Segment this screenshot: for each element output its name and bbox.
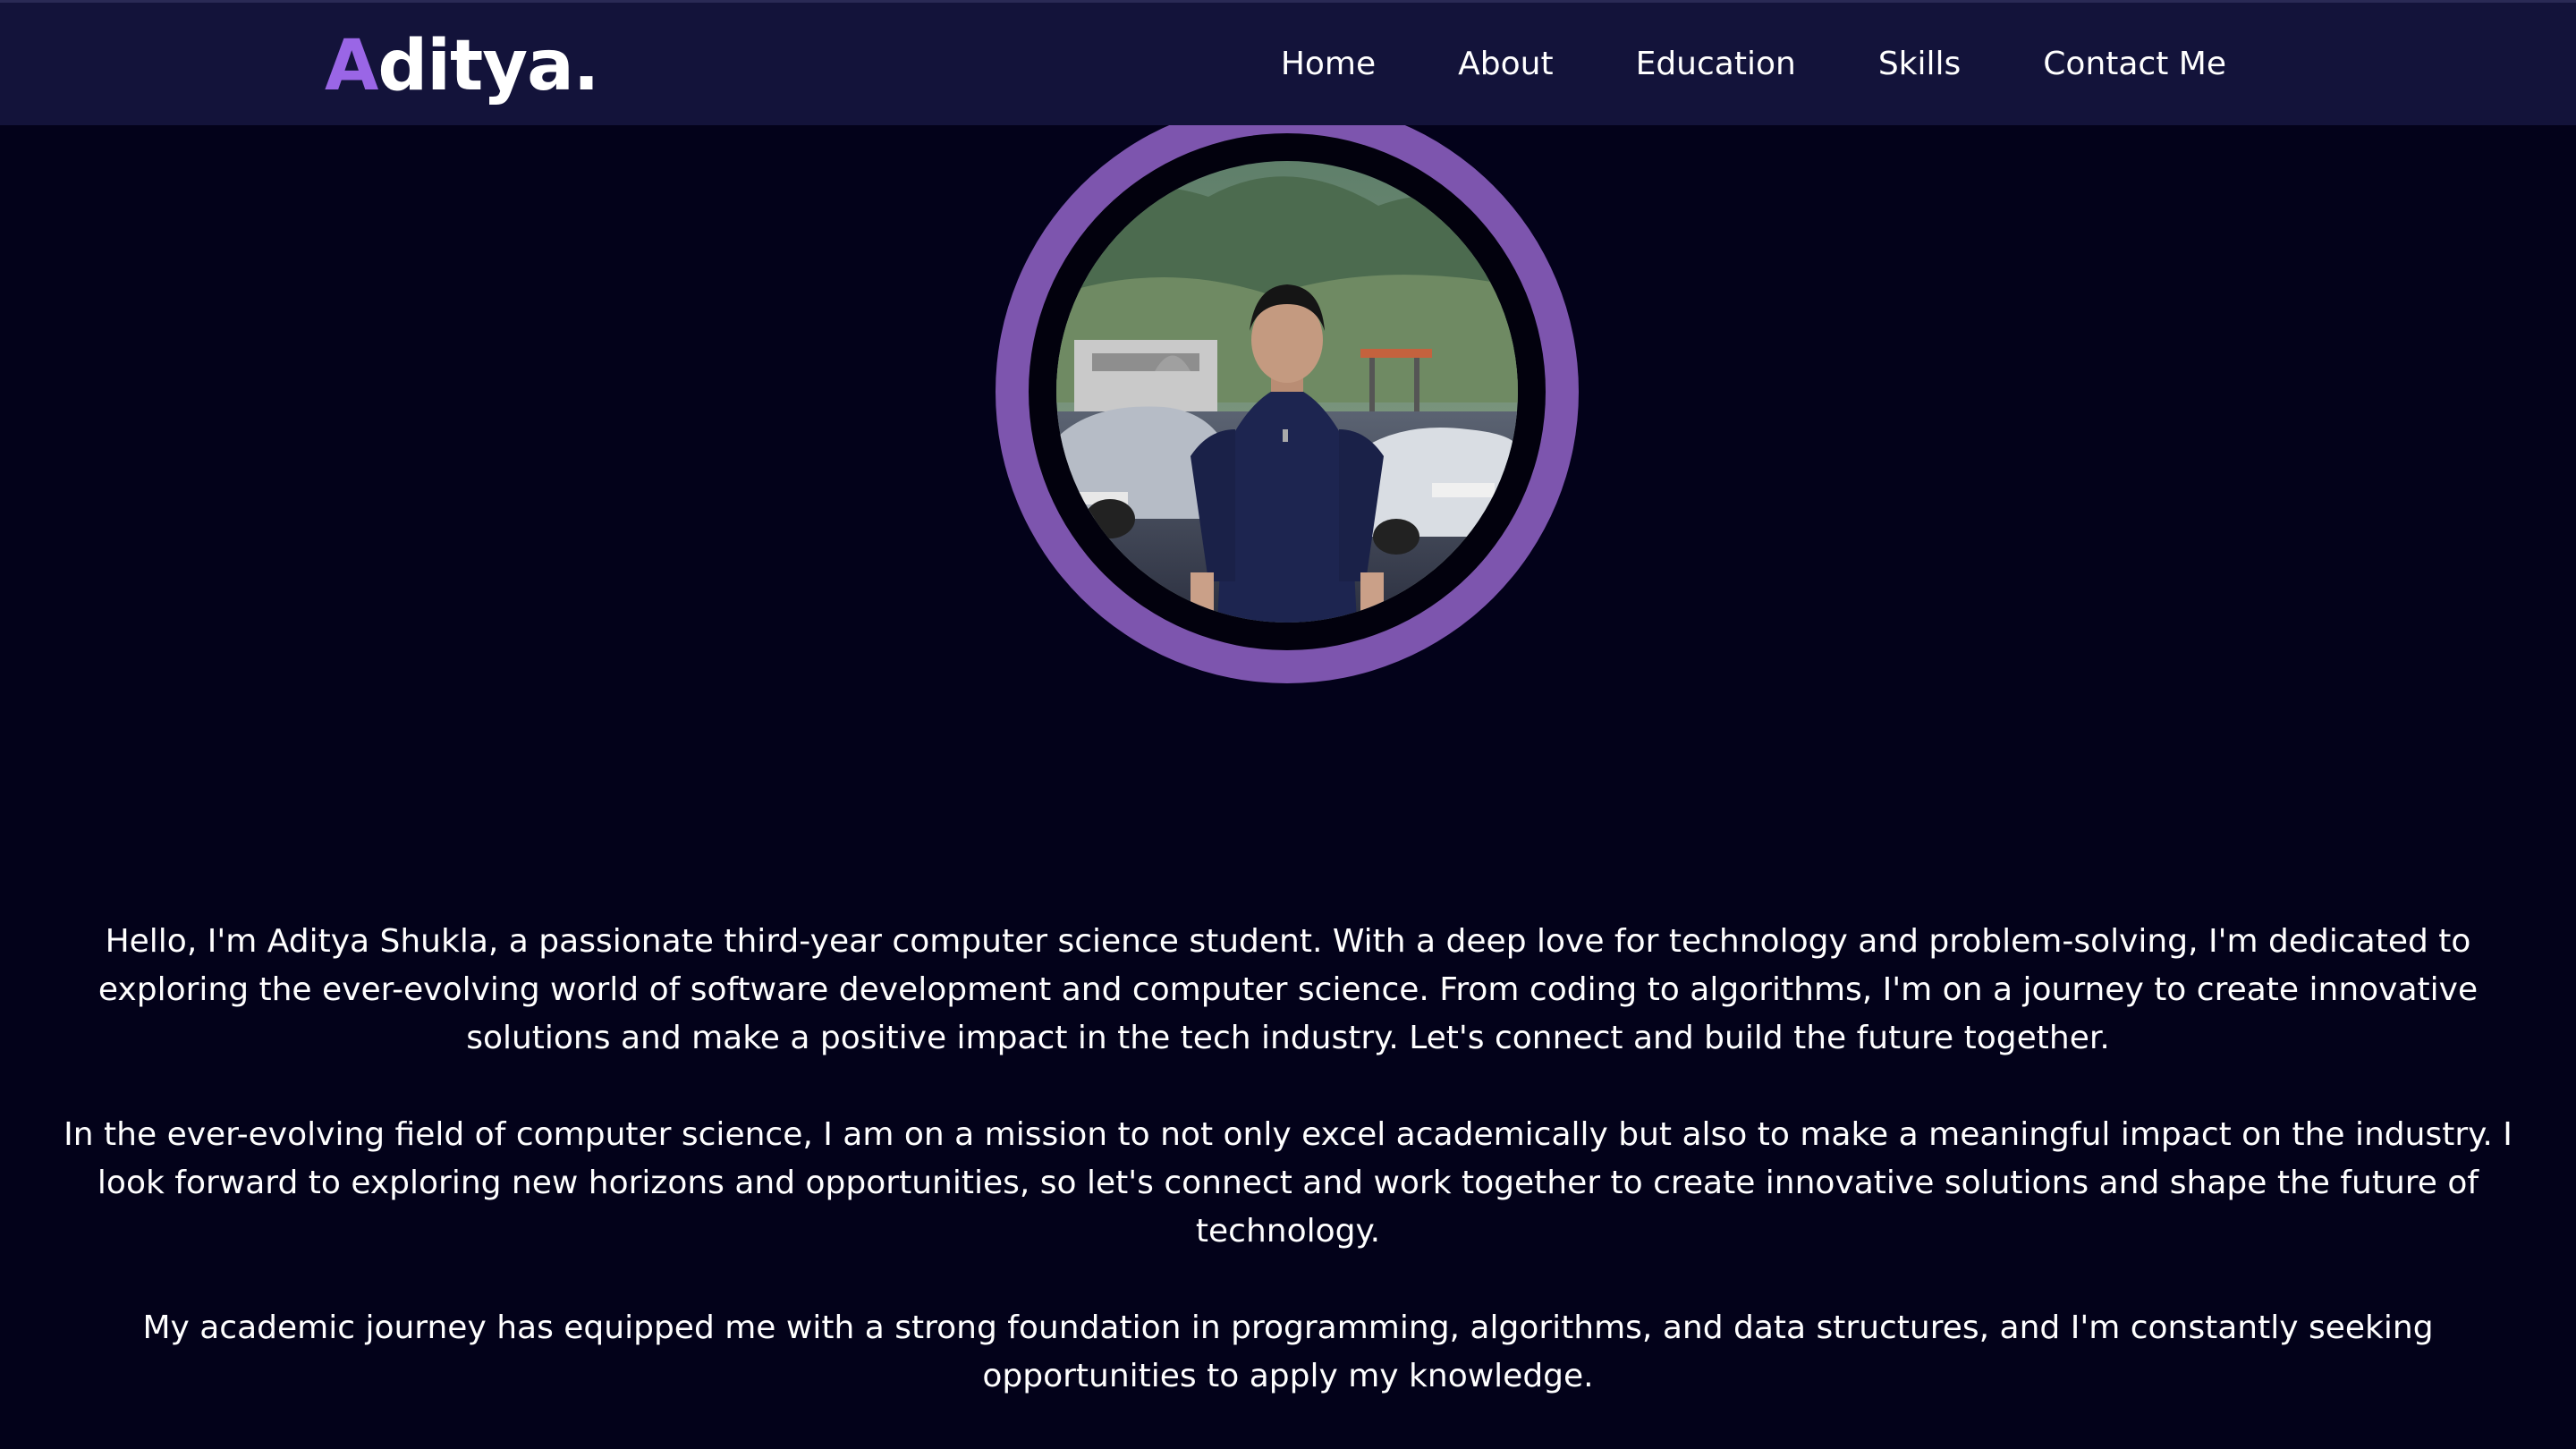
about-section: Hello, I'm Aditya Shukla, a passionate t… — [54, 918, 2522, 1449]
nav-link-about[interactable]: About — [1458, 46, 1553, 82]
nav-link-education[interactable]: Education — [1636, 46, 1796, 82]
nav-link-contact[interactable]: Contact Me — [2043, 46, 2226, 82]
profile-photo-frame — [996, 100, 1579, 683]
nav-link-home[interactable]: Home — [1281, 46, 1376, 82]
nav-link-skills[interactable]: Skills — [1878, 46, 1961, 82]
nav-links: Home About Education Skills Contact Me — [1281, 3, 2226, 125]
about-paragraph-academic: My academic journey has equipped me with… — [142, 1309, 2434, 1394]
profile-photo — [1056, 161, 1518, 623]
about-paragraph-mission: In the ever-evolving field of computer s… — [64, 1116, 2512, 1250]
brand-logo[interactable]: Aditya. — [325, 26, 599, 106]
brand-initial: A — [325, 26, 378, 106]
about-paragraph-intro: Hello, I'm Aditya Shukla, a passionate t… — [97, 923, 2479, 1056]
navbar: Aditya. Home About Education Skills Cont… — [0, 0, 2576, 125]
brand-name: ditya. — [377, 26, 599, 106]
